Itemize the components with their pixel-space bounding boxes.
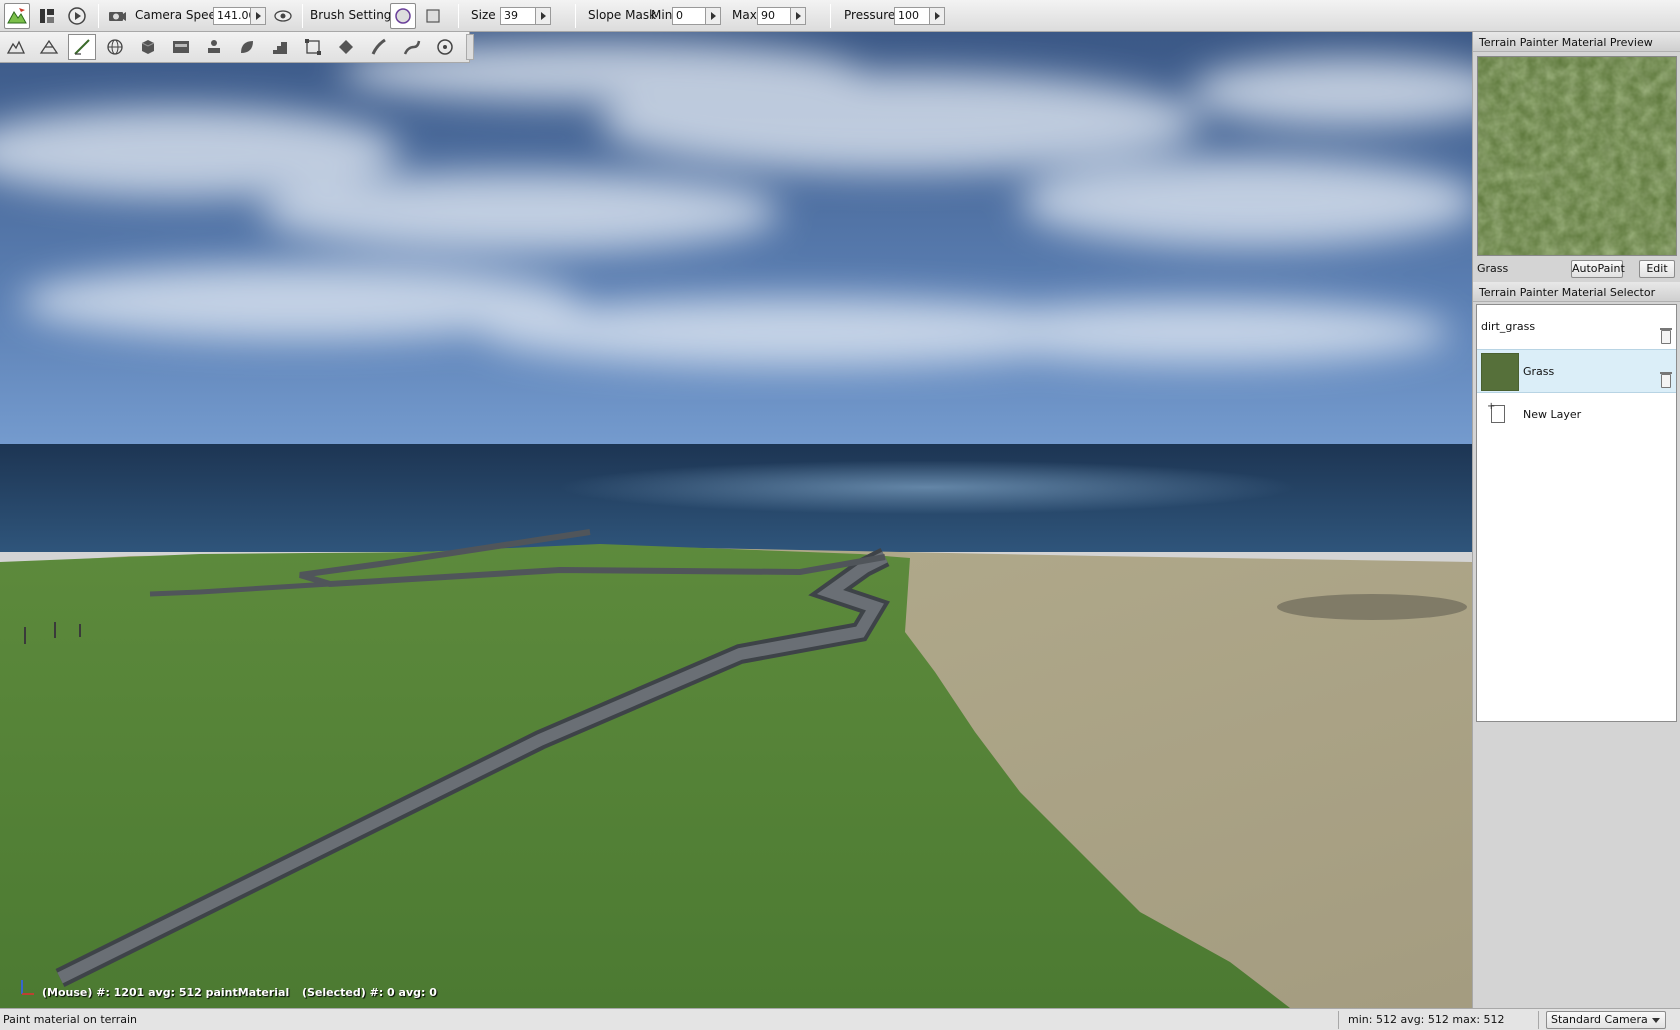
size-stepper[interactable]	[535, 7, 551, 25]
decal-icon[interactable]	[332, 34, 360, 60]
status-divider	[1538, 1011, 1539, 1029]
camera-speed-label: Camera Speed	[135, 8, 224, 22]
status-stats: min: 512 avg: 512 max: 512	[1348, 1013, 1505, 1026]
camera-icon[interactable]	[104, 3, 130, 29]
transform-icon[interactable]	[299, 34, 327, 60]
status-bar: Paint material on terrain min: 512 avg: …	[0, 1008, 1680, 1030]
plus-icon: +	[1487, 401, 1496, 412]
layer-item-dirt-grass[interactable]: dirt_grass	[1477, 305, 1676, 349]
toolbar-separator	[575, 4, 576, 28]
toolbar-separator	[458, 4, 459, 28]
status-divider	[1338, 1011, 1339, 1029]
max-label: Max	[732, 8, 757, 22]
cube-icon[interactable]	[134, 34, 162, 60]
autopaint-button[interactable]: AutoPaint	[1571, 260, 1625, 278]
preview-panel-title: Terrain Painter Material Preview	[1473, 32, 1680, 52]
brush-settings-label: Brush Settings	[310, 8, 398, 22]
camera-select[interactable]: Standard Camera	[1546, 1011, 1666, 1029]
status-message: Paint material on terrain	[3, 1013, 138, 1026]
play-icon[interactable]	[64, 3, 90, 29]
layer-item-grass[interactable]: Grass	[1477, 349, 1676, 393]
trash-icon[interactable]	[1660, 328, 1672, 344]
toolbar-separator	[98, 4, 99, 28]
layout-icon[interactable]	[34, 3, 60, 29]
square-brush-icon[interactable]	[420, 3, 446, 29]
new-layer-button[interactable]: + New Layer	[1477, 393, 1676, 437]
new-layer-label: New Layer	[1523, 408, 1582, 421]
mesh-icon[interactable]	[35, 34, 63, 60]
edit-button[interactable]: Edit	[1639, 260, 1675, 278]
toolbar-separator	[302, 4, 303, 28]
slope-min-input[interactable]: 0	[672, 7, 706, 25]
toolbar-collapse-handle[interactable]	[466, 34, 474, 60]
material-layer-list: dirt_grass Grass + New Layer	[1476, 304, 1677, 722]
circle-brush-icon[interactable]	[390, 3, 416, 29]
pressure-label: Pressure	[844, 8, 896, 22]
toolbar-separator	[830, 4, 831, 28]
stairs-icon[interactable]	[266, 34, 294, 60]
slope-min-stepper[interactable]	[705, 7, 721, 25]
pressure-input[interactable]: 100	[894, 7, 930, 25]
terrain-editor-icon[interactable]	[4, 3, 30, 29]
selected-info: (Selected) #: 0 avg: 0	[302, 986, 437, 999]
terrain-editor-icon[interactable]	[2, 34, 30, 60]
slope-mask-label: Slope Mask	[588, 8, 657, 22]
main-toolbar: Camera Speed 141.00 Brush Settings Size …	[0, 0, 1680, 32]
material-name: Grass	[1477, 262, 1509, 275]
eye-icon[interactable]	[270, 3, 296, 29]
data-icon[interactable]	[167, 34, 195, 60]
3d-viewport[interactable]: (Mouse) #: 1201 avg: 512 paintMaterial (…	[0, 32, 1472, 1008]
scene-render	[0, 32, 1472, 1008]
min-label: Min	[651, 8, 673, 22]
slope-max-input[interactable]: 90	[757, 7, 791, 25]
layer-name: Grass	[1523, 365, 1555, 378]
side-panel: Terrain Painter Material Preview Grass A…	[1472, 32, 1680, 1008]
river-icon[interactable]	[398, 34, 426, 60]
size-input[interactable]: 39	[500, 7, 536, 25]
leaf-icon[interactable]	[233, 34, 261, 60]
selector-panel-title: Terrain Painter Material Selector	[1473, 282, 1680, 302]
layer-name: dirt_grass	[1481, 320, 1536, 333]
trash-icon[interactable]	[1660, 372, 1672, 388]
slope-max-stepper[interactable]	[790, 7, 806, 25]
pressure-stepper[interactable]	[929, 7, 945, 25]
paint-brush-icon[interactable]	[68, 34, 96, 60]
camera-speed-input[interactable]: 141.00	[213, 7, 256, 25]
material-preview-image	[1477, 56, 1677, 256]
terrain-tools-toolbar	[0, 32, 470, 63]
wheel-icon[interactable]	[431, 34, 459, 60]
size-label: Size	[471, 8, 496, 22]
road-icon[interactable]	[365, 34, 393, 60]
layer-thumbnail	[1481, 353, 1519, 391]
stamp-icon[interactable]	[200, 34, 228, 60]
camera-speed-stepper[interactable]	[250, 7, 266, 25]
globe-icon[interactable]	[101, 34, 129, 60]
mouse-info: (Mouse) #: 1201 avg: 512 paintMaterial	[42, 986, 290, 999]
